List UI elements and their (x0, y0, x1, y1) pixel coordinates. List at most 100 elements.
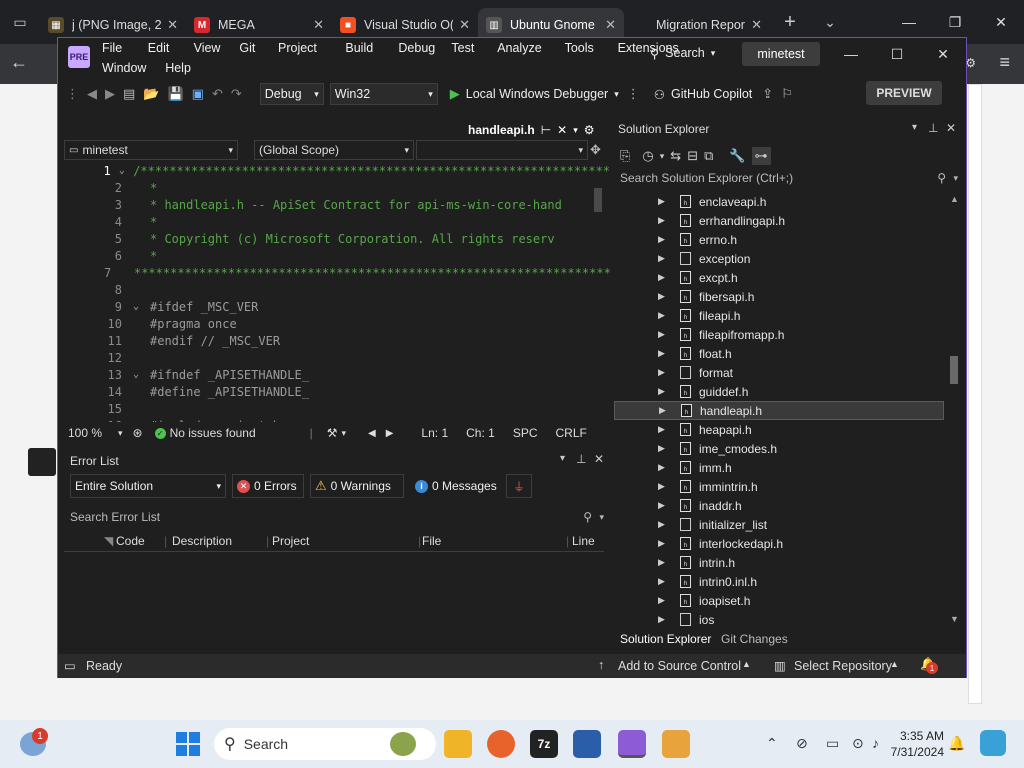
code-line[interactable]: 9 ⌄ #ifdef _MSC_VER (64, 298, 610, 315)
errors-filter-button[interactable]: ✕ 0 Errors (232, 474, 304, 498)
expand-arrow-icon[interactable]: ▶ (658, 462, 668, 473)
code-line[interactable]: 1 ⌄/*************************************… (64, 162, 610, 179)
code-cleanup-icon[interactable]: ⊛ (133, 426, 143, 440)
close-tab-icon[interactable]: ✕ (605, 17, 616, 33)
github-copilot-button[interactable]: ⚇ GitHub Copilot (654, 87, 753, 102)
tree-item[interactable]: ▶ h fileapi.h (614, 306, 944, 325)
char-number[interactable]: Ch: 1 (466, 426, 495, 440)
tree-item[interactable]: ▶ h imm.h (614, 458, 944, 477)
pin-icon[interactable]: ⊢ (541, 123, 551, 137)
expand-arrow-icon[interactable]: ▶ (658, 367, 668, 378)
taskbar-search[interactable]: ⚲ Search (214, 728, 436, 760)
code-line[interactable]: 2 * (64, 179, 610, 196)
menu-view[interactable]: View (194, 41, 221, 55)
code-line[interactable]: 10 #pragma once (64, 315, 610, 332)
column-code[interactable]: Code (116, 534, 145, 548)
platform-dropdown[interactable]: Win32 ▾ (329, 83, 438, 105)
start-debugging-button[interactable]: ▶ Local Windows Debugger ▾ (450, 86, 619, 102)
visual-studio-preview-icon[interactable] (618, 730, 646, 758)
chevron-down-icon[interactable]: ▾ (599, 512, 604, 523)
new-item-icon[interactable]: ▤ (123, 86, 135, 102)
menu-project[interactable]: Project (278, 41, 317, 55)
chevron-down-icon[interactable]: ▾ (560, 453, 565, 464)
switch-views-icon[interactable]: ⎘ (620, 148, 630, 164)
project-name-badge[interactable]: minetest (742, 42, 820, 66)
code-line[interactable]: 4 * (64, 213, 610, 230)
code-line[interactable]: 7 ***************************************… (64, 264, 610, 281)
pin-icon[interactable]: ⊥ (928, 121, 938, 135)
code-line[interactable]: 3 * handleapi.h -- ApiSet Contract for ap… (64, 196, 610, 213)
tree-item[interactable]: ▶ h immintrin.h (614, 477, 944, 496)
tab-search-button[interactable]: ⌄ (810, 14, 850, 31)
expand-arrow-icon[interactable]: ▶ (658, 614, 668, 625)
expand-arrow-icon[interactable]: ▶ (658, 424, 668, 435)
file-explorer-icon[interactable] (444, 730, 472, 758)
clock[interactable]: 3:35 AM 7/31/2024 (890, 728, 944, 760)
expand-arrow-icon[interactable]: ▶ (658, 348, 668, 359)
tree-item[interactable]: ▶ h handleapi.h (614, 401, 944, 420)
menu-icon[interactable]: ≡ (999, 52, 1010, 73)
doc-tab-handleapi[interactable]: handleapi.h ⊢ ✕ ▾ ⚙ (468, 120, 595, 140)
tree-item[interactable]: ▶ format (614, 363, 944, 382)
expand-arrow-icon[interactable]: ▶ (658, 386, 668, 397)
open-folder-icon[interactable]: 📂 (143, 86, 159, 102)
menu-edit[interactable]: Edit (148, 41, 170, 55)
code-line[interactable]: 15 (64, 400, 610, 417)
column-project[interactable]: Project (272, 534, 309, 548)
back-arrow-icon[interactable]: ← (10, 52, 28, 73)
expand-arrow-icon[interactable]: ▶ (658, 557, 668, 568)
copilot-taskbar-icon[interactable] (980, 730, 1006, 756)
scroll-down-icon[interactable]: ▼ (950, 614, 959, 624)
chevron-down-icon[interactable]: ▾ (573, 125, 578, 136)
show-all-files-icon[interactable]: ⧉ (704, 148, 713, 164)
wifi-icon[interactable]: ⊙ (852, 735, 864, 752)
tree-item[interactable]: ▶ h fileapifromapp.h (614, 325, 944, 344)
add-source-control-button[interactable]: Add to Source Control (618, 659, 741, 673)
properties-icon[interactable]: 🔧 (729, 148, 745, 164)
tab-solution-explorer[interactable]: Solution Explorer (620, 632, 711, 646)
expand-arrow-icon[interactable]: ▶ (658, 234, 668, 245)
chevron-down-icon[interactable]: ▾ (118, 428, 123, 439)
code-line[interactable]: 8 (64, 281, 610, 298)
messages-filter-button[interactable]: i 0 Messages (410, 474, 504, 498)
chevron-down-icon[interactable]: ▾ (341, 428, 346, 439)
code-line[interactable]: 6 * (64, 247, 610, 264)
chat-icon[interactable] (28, 448, 56, 476)
chevron-down-icon[interactable]: ▾ (912, 122, 917, 133)
close-icon[interactable]: ✕ (557, 123, 567, 137)
menu-test[interactable]: Test (451, 41, 474, 55)
close-icon[interactable]: ✕ (920, 38, 966, 70)
expand-arrow-icon[interactable]: ▶ (658, 291, 668, 302)
display-icon[interactable]: ▭ (826, 735, 839, 752)
error-list-search[interactable]: Search Error List ⚲ ▾ (64, 506, 604, 528)
start-menu-icon[interactable] (176, 732, 200, 756)
project-nav-dropdown[interactable]: ▭ minetest ▾ (64, 140, 238, 160)
save-icon[interactable]: 💾 (167, 86, 183, 102)
sync-icon[interactable]: ⇆ (670, 148, 681, 164)
code-line[interactable]: 13 ⌄ #ifndef _APISETHANDLE_ (64, 366, 610, 383)
tree-item[interactable]: ▶ initializer_list (614, 515, 944, 534)
tree-item[interactable]: ▶ h float.h (614, 344, 944, 363)
menu-git[interactable]: Git (239, 41, 255, 55)
fold-icon[interactable]: ⌄ (122, 301, 150, 312)
menu-tools[interactable]: Tools (565, 41, 594, 55)
virtualbox-icon[interactable] (573, 730, 601, 758)
select-repository-button[interactable]: Select Repository (794, 659, 892, 673)
firefox-icon[interactable] (487, 730, 515, 758)
tree-item[interactable]: ▶ h errno.h (614, 230, 944, 249)
volume-icon[interactable]: ♪ (872, 735, 879, 751)
menu-file[interactable]: File (102, 41, 122, 55)
save-all-icon[interactable]: ▣ (192, 86, 204, 102)
tab-git-changes[interactable]: Git Changes (721, 632, 788, 646)
close-tab-icon[interactable]: ✕ (751, 17, 762, 33)
configuration-dropdown[interactable]: Debug ▾ (259, 83, 324, 105)
chevron-down-icon[interactable]: ▾ (660, 151, 665, 162)
fold-icon[interactable]: ⌄ (122, 369, 150, 380)
prev-issue-icon[interactable]: ◀ (368, 428, 376, 439)
menu-analyze[interactable]: Analyze (497, 41, 541, 55)
expand-arrow-icon[interactable]: ▶ (658, 576, 668, 587)
close-icon[interactable]: ✕ (594, 452, 604, 466)
history-icon[interactable]: ◷ (642, 148, 653, 164)
tree-item[interactable]: ▶ h excpt.h (614, 268, 944, 287)
expand-arrow-icon[interactable]: ▶ (658, 215, 668, 226)
